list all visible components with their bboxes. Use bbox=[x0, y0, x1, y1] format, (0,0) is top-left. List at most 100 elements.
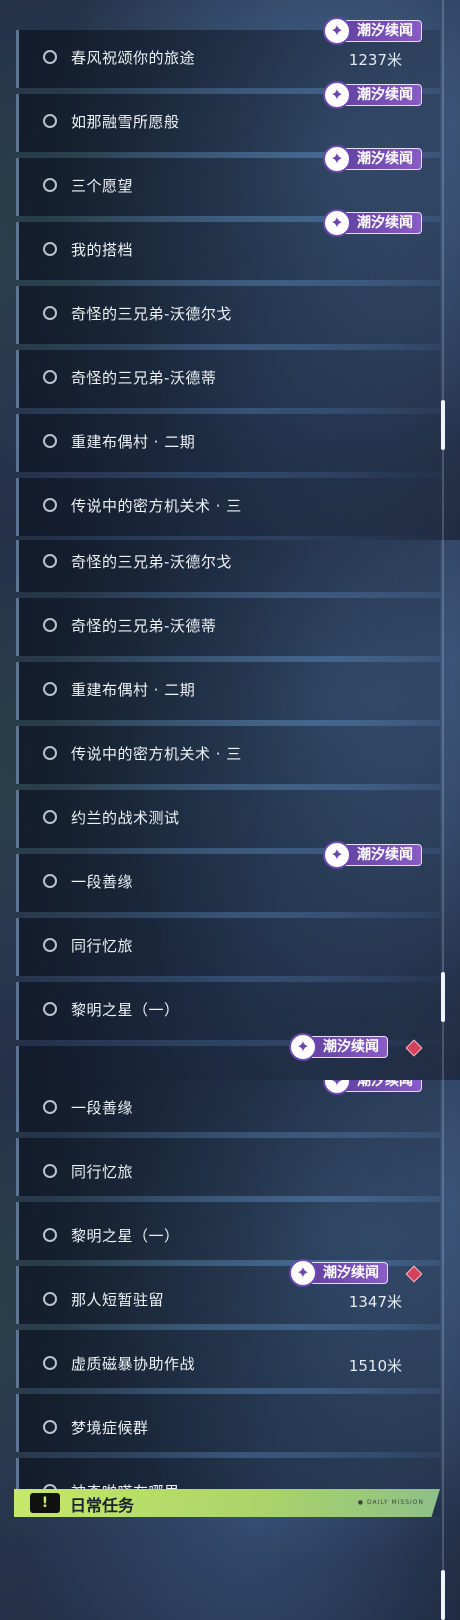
sparkle-icon: ✦ bbox=[289, 1259, 317, 1287]
quest-item[interactable]: 传说中的密方机关术 · 三 bbox=[16, 726, 440, 784]
circle-icon bbox=[43, 1292, 57, 1306]
quest-item[interactable]: 奇怪的三兄弟-沃德尔戈 bbox=[16, 286, 440, 344]
scrollbar-thumb[interactable] bbox=[441, 972, 445, 1022]
tide-story-badge: ✦ 潮汐续闻 bbox=[289, 1033, 388, 1061]
sparkle-icon: ✦ bbox=[323, 81, 351, 109]
quest-label: 同行忆旅 bbox=[71, 1163, 134, 1181]
exclamation-icon: ! bbox=[30, 1493, 60, 1513]
quest-item[interactable]: 奇怪的三兄弟-沃德蒂 bbox=[16, 350, 440, 408]
quest-item[interactable]: 约兰的战术测试 bbox=[16, 790, 440, 848]
tide-story-badge: ✦ 潮汐续闻 bbox=[289, 1259, 388, 1287]
circle-icon bbox=[43, 434, 57, 448]
tide-story-badge: ✦ 潮汐续闻 bbox=[323, 209, 422, 237]
quest-item-partial[interactable]: ✦ 潮汐续闻 bbox=[16, 1033, 440, 1080]
circle-icon bbox=[43, 1002, 57, 1016]
quest-label: 传说中的密方机关术 · 三 bbox=[71, 745, 242, 763]
quest-item[interactable]: 传说中的密方机关术 · 三 bbox=[16, 478, 440, 536]
quest-list-panel-1: ✦ 潮汐续闻 春风祝颂你的旅途 1237米 ✦ 潮汐续闻 如那融雪所愿般 ✦ 潮汐续闻… bbox=[0, 0, 460, 540]
daily-mission-header[interactable]: ! 日常任务 ● DAILY MISSION bbox=[14, 1489, 440, 1517]
tide-story-badge: ✦ 潮汐续闻 bbox=[323, 841, 422, 869]
quest-distance: 1347米 bbox=[348, 1293, 402, 1311]
circle-icon bbox=[43, 1228, 57, 1242]
quest-label: 同行忆旅 bbox=[71, 937, 134, 955]
quest-label: 梦境症候群 bbox=[71, 1419, 149, 1437]
circle-icon bbox=[43, 242, 57, 256]
quest-label: 奇怪的三兄弟-沃德蒂 bbox=[71, 369, 217, 387]
quest-item[interactable]: ✦ 潮汐续闻 三个愿望 bbox=[16, 145, 440, 216]
quest-item[interactable]: ✦ 潮汐续闻 我的搭档 bbox=[16, 209, 440, 280]
circle-icon bbox=[43, 1100, 57, 1114]
quest-item[interactable]: ✦ 潮汐续闻 那人短暂驻留 1347米 bbox=[16, 1259, 440, 1324]
tide-story-badge: ✦ 潮汐续闻 bbox=[323, 81, 422, 109]
circle-icon bbox=[43, 498, 57, 512]
quest-label: 奇怪的三兄弟-沃德尔戈 bbox=[71, 305, 232, 323]
sparkle-icon: ✦ bbox=[323, 841, 351, 869]
quest-distance: 1510米 bbox=[348, 1357, 402, 1375]
scrollbar[interactable] bbox=[441, 1080, 445, 1620]
quest-item[interactable]: 同行忆旅 bbox=[16, 1138, 440, 1196]
scrollbar-thumb[interactable] bbox=[441, 400, 445, 450]
quest-item[interactable]: 虚质磁暴协助作战 1510米 bbox=[16, 1330, 440, 1388]
scrollbar[interactable] bbox=[441, 540, 445, 1080]
tide-story-badge: ✦ 潮汐续闻 bbox=[323, 1080, 422, 1095]
scrollbar[interactable] bbox=[441, 0, 445, 540]
quest-item[interactable]: ✦ 潮汐续闻 如那融雪所愿般 bbox=[16, 81, 440, 152]
circle-icon bbox=[43, 370, 57, 384]
quest-label: 约兰的战术测试 bbox=[71, 809, 180, 827]
circle-icon bbox=[43, 810, 57, 824]
sparkle-icon: ✦ bbox=[323, 1080, 351, 1095]
quest-label: 重建布偶村 · 二期 bbox=[71, 681, 196, 699]
circle-icon bbox=[43, 618, 57, 632]
quest-label: 一段善缘 bbox=[71, 1099, 134, 1117]
quest-item[interactable]: 奇怪的三兄弟-沃德蒂 bbox=[16, 598, 440, 656]
quest-item[interactable]: 重建布偶村 · 二期 bbox=[16, 414, 440, 472]
daily-mission-label: 日常任务 bbox=[70, 1496, 135, 1515]
circle-icon bbox=[43, 1420, 57, 1434]
circle-icon bbox=[43, 746, 57, 760]
quest-label: 奇怪的三兄弟-沃德蒂 bbox=[71, 617, 217, 635]
circle-icon bbox=[43, 682, 57, 696]
quest-list-panel-2: 奇怪的三兄弟-沃德尔戈 奇怪的三兄弟-沃德蒂 重建布偶村 · 二期 传说中的密方… bbox=[0, 540, 460, 1080]
quest-distance: 1237米 bbox=[348, 51, 402, 69]
quest-label: 三个愿望 bbox=[71, 177, 134, 195]
quest-label: 虚质磁暴协助作战 bbox=[71, 1355, 196, 1373]
quest-label: 黎明之星（一） bbox=[71, 1001, 180, 1019]
quest-label: 一段善缘 bbox=[71, 873, 134, 891]
quest-item[interactable]: 梦境症候群 bbox=[16, 1394, 440, 1452]
circle-icon bbox=[43, 938, 57, 952]
quest-label: 我的搭档 bbox=[71, 241, 134, 259]
scrollbar-thumb[interactable] bbox=[441, 1570, 445, 1620]
quest-label: 重建布偶村 · 二期 bbox=[71, 433, 196, 451]
circle-icon bbox=[43, 874, 57, 888]
quest-item[interactable]: ✦ 潮汐续闻 一段善缘 bbox=[16, 1080, 440, 1132]
daily-mission-tag: ● DAILY MISSION bbox=[357, 1499, 424, 1506]
circle-icon bbox=[43, 1164, 57, 1178]
circle-icon bbox=[43, 114, 57, 128]
red-diamond-icon bbox=[405, 1039, 423, 1057]
quest-list-panel-3: ✦ 潮汐续闻 一段善缘 同行忆旅 黎明之星（一） ✦ 潮汐续闻 那人短暂驻留 134… bbox=[0, 1080, 460, 1620]
tide-story-badge: ✦ 潮汐续闻 bbox=[323, 145, 422, 173]
quest-item[interactable]: ✦ 潮汐续闻 春风祝颂你的旅途 1237米 bbox=[16, 17, 440, 88]
circle-icon bbox=[43, 50, 57, 64]
red-diamond-icon bbox=[405, 1265, 423, 1283]
circle-icon bbox=[43, 178, 57, 192]
quest-label: 奇怪的三兄弟-沃德尔戈 bbox=[71, 553, 232, 571]
sparkle-icon: ✦ bbox=[289, 1033, 317, 1061]
quest-label: 春风祝颂你的旅途 bbox=[71, 49, 196, 67]
circle-icon bbox=[43, 306, 57, 320]
quest-item[interactable]: 奇怪的三兄弟-沃德尔戈 bbox=[16, 540, 440, 592]
circle-icon bbox=[43, 554, 57, 568]
sparkle-icon: ✦ bbox=[323, 209, 351, 237]
quest-item[interactable]: 同行忆旅 bbox=[16, 918, 440, 976]
sparkle-icon: ✦ bbox=[323, 17, 351, 45]
quest-item[interactable]: 黎明之星（一） bbox=[16, 982, 440, 1040]
quest-label: 黎明之星（一） bbox=[71, 1227, 180, 1245]
sparkle-icon: ✦ bbox=[323, 145, 351, 173]
quest-item[interactable]: 黎明之星（一） bbox=[16, 1202, 440, 1260]
tide-story-badge: ✦ 潮汐续闻 bbox=[323, 17, 422, 45]
quest-label: 如那融雪所愿般 bbox=[71, 113, 180, 131]
quest-item[interactable]: 重建布偶村 · 二期 bbox=[16, 662, 440, 720]
quest-item[interactable]: ✦ 潮汐续闻 一段善缘 bbox=[16, 841, 440, 912]
quest-label: 那人短暂驻留 bbox=[71, 1291, 165, 1309]
circle-icon bbox=[43, 1356, 57, 1370]
